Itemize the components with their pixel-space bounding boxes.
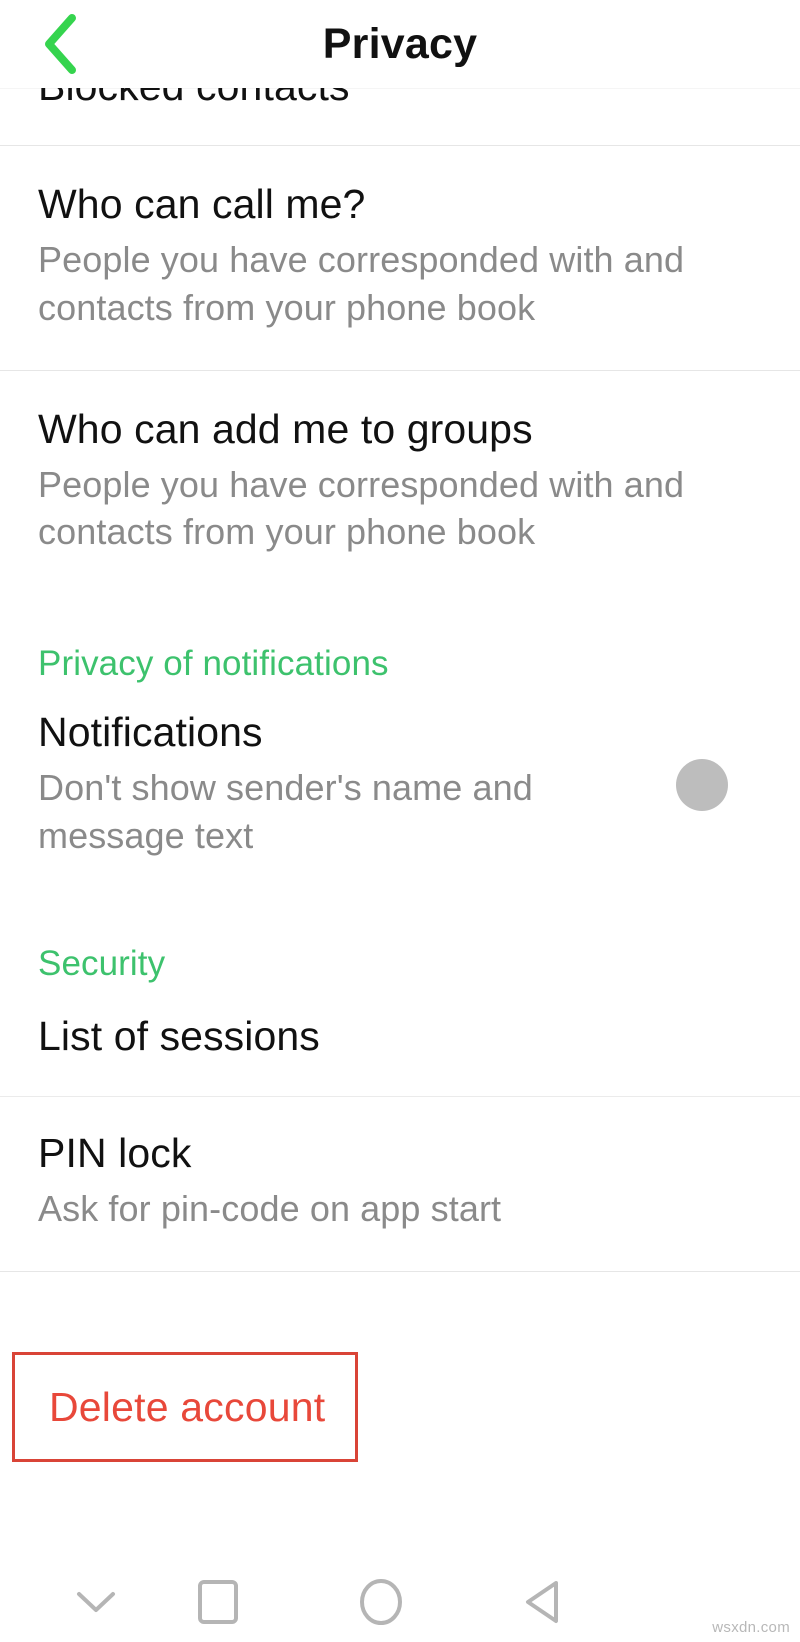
circle-icon xyxy=(359,1578,403,1626)
list-item-who-can-call-me[interactable]: Who can call me? People you have corresp… xyxy=(0,146,800,370)
list-item-subtitle: People you have corresponded with and co… xyxy=(38,238,685,328)
list-item-who-can-add-me-to-groups[interactable]: Who can add me to groups People you have… xyxy=(0,370,800,597)
list-item-title: Who can call me? xyxy=(38,181,366,227)
watermark: wsxdn.com xyxy=(712,1619,790,1636)
list-item-subtitle: Don't show sender's name and message tex… xyxy=(38,767,533,857)
nav-back-button[interactable] xyxy=(495,1562,591,1642)
triangle-left-icon xyxy=(522,1578,564,1626)
section-header-security: Security xyxy=(38,943,166,983)
page-title: Privacy xyxy=(322,20,478,68)
delete-account-button[interactable]: Delete account xyxy=(12,1352,358,1462)
divider xyxy=(0,1270,800,1272)
list-item-notifications[interactable]: Notifications Don't show sender's name a… xyxy=(0,684,800,894)
nav-home-button[interactable] xyxy=(333,1562,429,1642)
app-header: Privacy xyxy=(0,0,800,88)
list-item-title: List of sessions xyxy=(38,1012,320,1059)
system-navigation-bar xyxy=(0,1562,800,1642)
square-icon xyxy=(197,1579,239,1625)
settings-list[interactable]: Blocked contacts Who can call me? People… xyxy=(0,88,800,1562)
list-item-pin-lock[interactable]: PIN lock Ask for pin-code on app start xyxy=(0,1096,800,1271)
list-item-subtitle: People you have corresponded with and co… xyxy=(38,463,685,553)
list-item-title: Who can add me to groups xyxy=(38,405,533,452)
section-header-privacy-of-notifications: Privacy of notifications xyxy=(38,644,389,684)
list-item-title: Notifications xyxy=(38,709,263,756)
list-item-subtitle: Ask for pin-code on app start xyxy=(38,1187,502,1229)
nav-recents-button[interactable] xyxy=(170,1562,266,1642)
list-item-list-of-sessions[interactable]: List of sessions xyxy=(0,983,800,1096)
privacy-settings-screen: Privacy Blocked contacts Who can call me… xyxy=(0,0,800,1642)
list-item-title: Blocked contacts xyxy=(38,88,762,110)
list-item-title: PIN lock xyxy=(38,1129,192,1176)
nav-hide-keyboard-button[interactable] xyxy=(48,1562,144,1642)
delete-account-label: Delete account xyxy=(49,1383,326,1430)
notifications-toggle[interactable] xyxy=(676,759,728,812)
list-item-blocked-contacts[interactable]: Blocked contacts xyxy=(0,88,800,145)
chevron-down-icon xyxy=(74,1587,118,1617)
